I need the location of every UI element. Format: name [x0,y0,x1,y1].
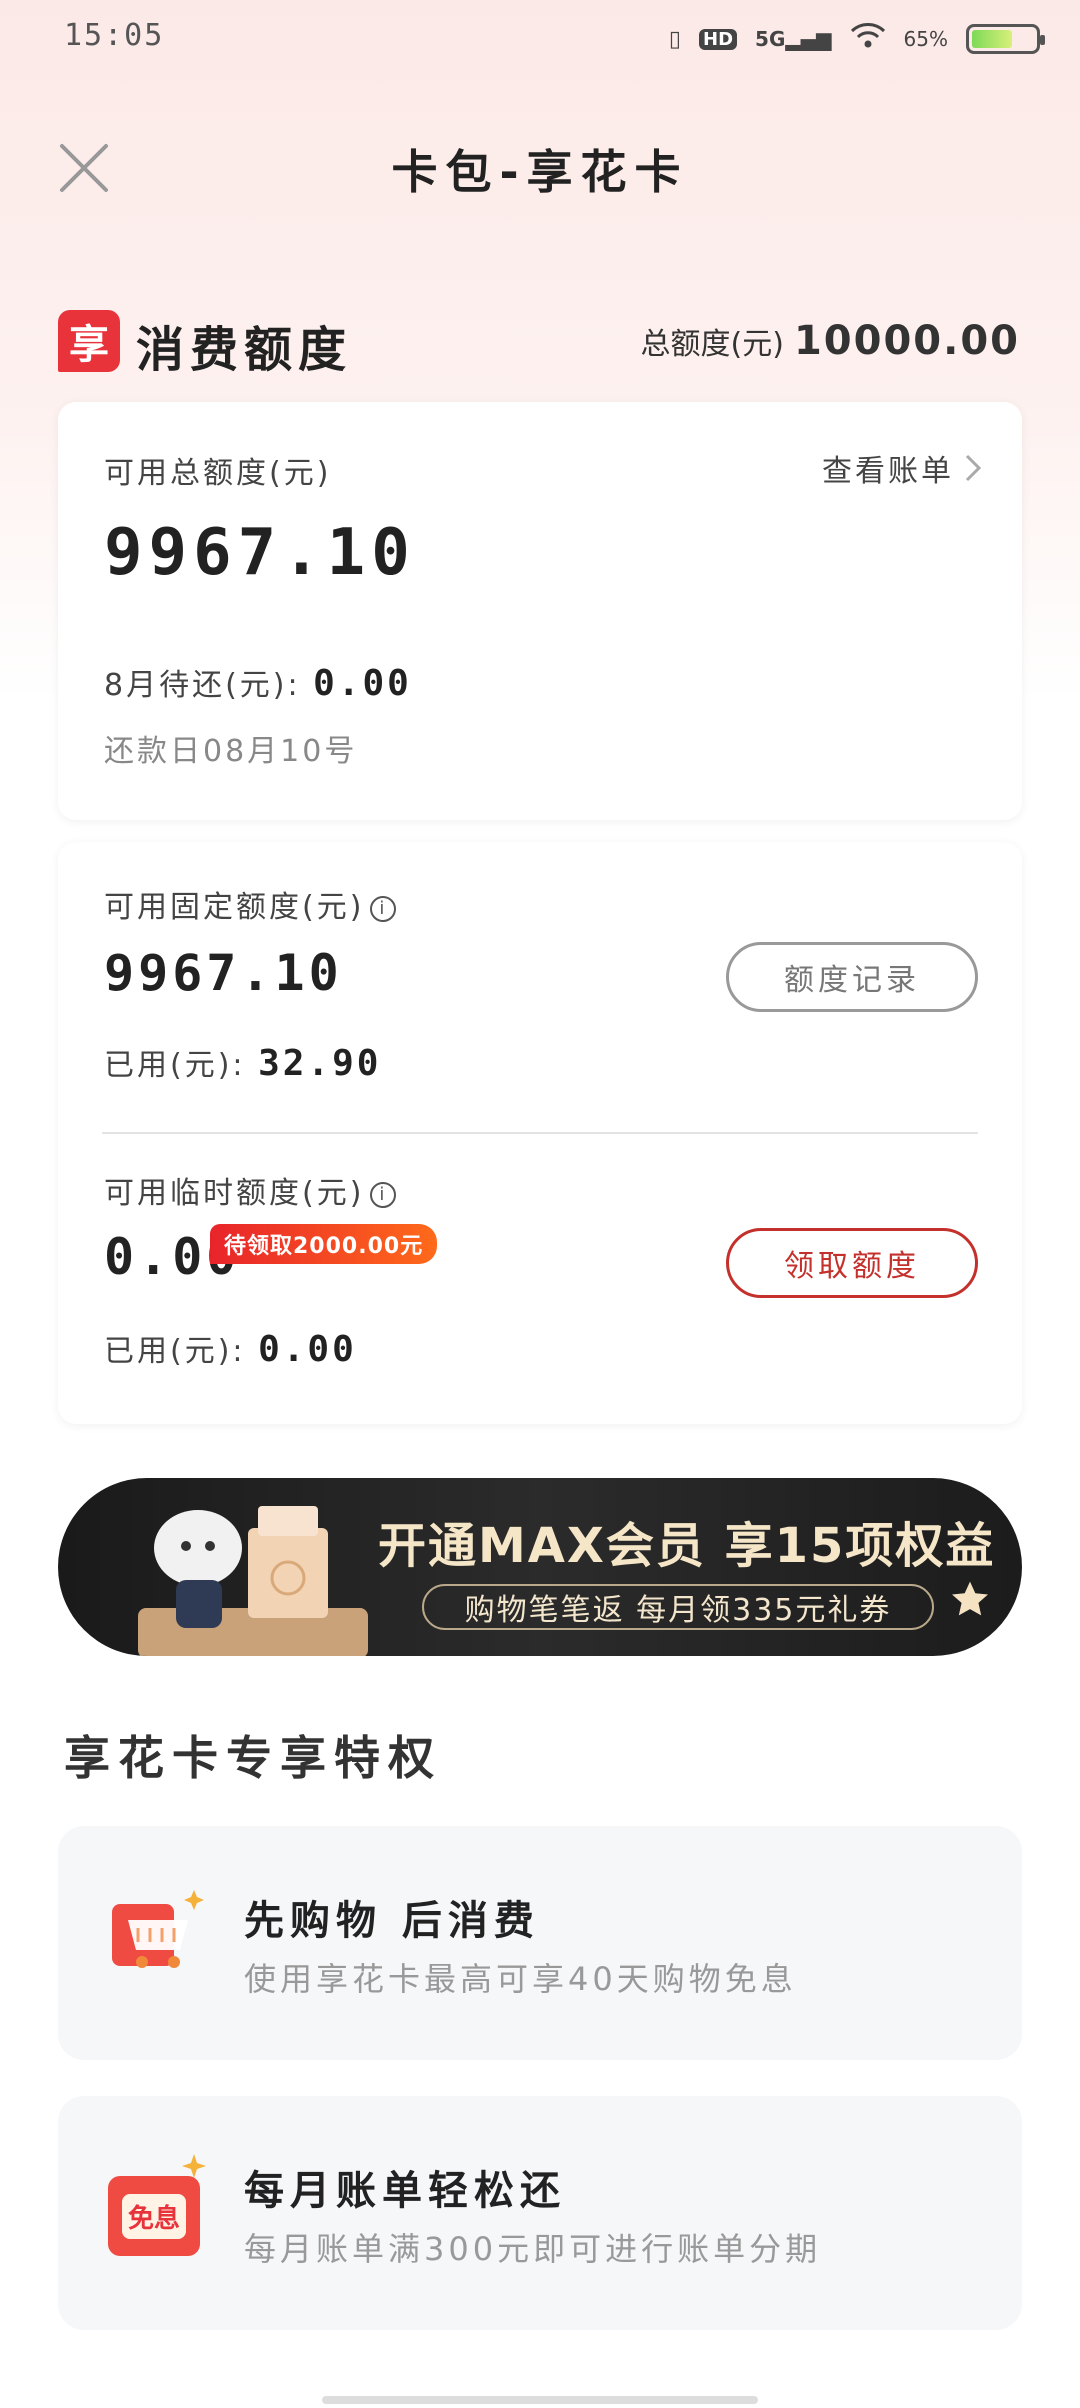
fixed-used-label: 已用(元): [104,1048,246,1083]
temp-limit-header: 可用临时额度(元) i [104,1168,397,1212]
temp-used-row: 已用(元): 0.00 [104,1326,357,1370]
perk-subtitle: 每月账单满300元即可进行账单分期 [244,2230,822,2268]
section-title: 消费额度 [136,322,353,378]
sparkle-icon [182,2154,206,2178]
temp-used-label: 已用(元): [104,1334,246,1369]
battery-percent: 65% [903,27,948,51]
banner-title: 开通MAX会员 享15项权益 [378,1518,996,1574]
status-icons: ▯ HD 5G▂▄▆ 65% [668,22,1045,56]
max-membership-banner[interactable]: 开通MAX会员 享15项权益 购物笔笔返 每月领335元礼券 [58,1478,1022,1656]
summary-card: 可用总额度(元) 查看账单 9967.10 8月待还(元): 0.00 还款日0… [58,402,1022,820]
due-label: 8月待还(元): [104,668,301,703]
mascot-gift-illustration [138,1506,368,1656]
star-icon [952,1581,988,1616]
perk-card[interactable]: 先购物 后消费 使用享花卡最高可享40天购物免息 [58,1826,1022,2060]
claim-limit-button[interactable]: 领取额度 [726,1228,978,1298]
free-interest-icon-text: 免息 [121,2193,186,2239]
battery-fill [972,30,1013,48]
shopping-cart-icon [112,1890,204,1968]
perk-title: 每月账单轻松还 [244,2168,566,2214]
temp-used-value: 0.00 [258,1329,357,1370]
total-limit: 总额度(元) 10000.00 [580,318,1080,364]
total-limit-value: 10000.00 [793,318,1020,364]
status-bar: 15:05 ▯ HD 5G▂▄▆ 65% [0,0,1080,80]
wifi-icon [850,22,886,56]
banner-subtitle: 购物笔笔返 每月领335元礼券 [422,1584,934,1630]
chevron-right-icon [965,454,982,482]
fixed-used-value: 32.90 [258,1043,382,1084]
fixed-limit-amount: 9967.10 [104,944,343,1002]
perks-title: 享花卡专享特权 [64,1731,442,1785]
info-icon[interactable]: i [370,1181,397,1208]
due-row: 8月待还(元): 0.00 [104,660,412,704]
status-time: 15:05 [64,18,165,53]
hd-icon: HD [699,28,738,50]
vibrate-icon: ▯ [668,26,682,52]
free-interest-icon: 免息 [108,2176,200,2256]
perk-subtitle: 使用享花卡最高可享40天购物免息 [244,1960,797,1998]
perk-title: 先购物 后消费 [244,1898,540,1944]
home-indicator[interactable] [322,2396,758,2404]
pending-tag: 待领取2000.00元 [210,1224,438,1264]
fixed-limit-header: 可用固定额度(元) i [104,882,397,926]
total-limit-label: 总额度(元) [640,327,784,362]
battery-icon [966,24,1045,54]
limits-card: 可用固定额度(元) i 9967.10 额度记录 已用(元): 32.90 可用临… [58,842,1022,1424]
view-bill-label: 查看账单 [822,454,954,489]
info-icon[interactable]: i [370,895,397,922]
due-value: 0.00 [313,663,412,704]
fixed-used-row: 已用(元): 32.90 [104,1040,381,1084]
xianghua-logo-icon: 享 [58,310,120,372]
view-bill-link[interactable]: 查看账单 [822,446,982,490]
fixed-limit-label: 可用固定额度(元) [104,890,365,925]
repay-date: 还款日08月10号 [104,734,358,769]
available-total-label: 可用总额度(元) [104,456,332,491]
page-title: 卡包-享花卡 [391,145,689,199]
signal-icon: 5G▂▄▆ [755,27,832,51]
divider [102,1132,978,1134]
perk-card[interactable]: 免息 每月账单轻松还 每月账单满300元即可进行账单分期 [58,2096,1022,2330]
temp-limit-label: 可用临时额度(元) [104,1176,365,1211]
limit-record-button[interactable]: 额度记录 [726,942,978,1012]
available-total-amount: 9967.10 [104,516,416,590]
